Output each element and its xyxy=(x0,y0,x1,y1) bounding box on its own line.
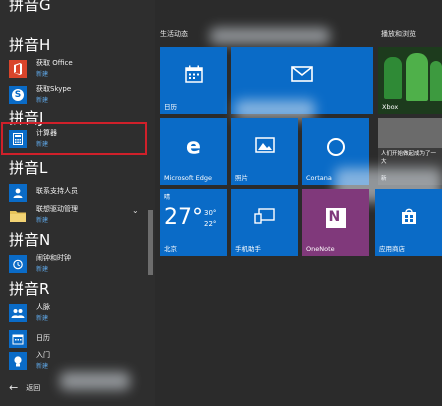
photo-icon xyxy=(254,137,275,157)
app-new-badge: 新建 xyxy=(36,97,49,104)
tile-label: Xbox xyxy=(382,103,399,111)
alarm-clock-icon xyxy=(9,255,27,273)
tile-label: 北京 xyxy=(164,245,177,253)
tile-label: Microsoft Edge xyxy=(164,174,213,182)
lightbulb-icon xyxy=(9,352,27,370)
app-item-get-skype[interactable]: S 获取Skype 新建 xyxy=(0,82,150,110)
tile-phone-companion[interactable]: 手机助手 xyxy=(231,189,298,256)
letter-header-g[interactable]: 拼音G xyxy=(9,0,51,15)
cortana-icon xyxy=(326,138,345,157)
blurred-region xyxy=(210,28,330,44)
letter-header-l[interactable]: 拼音L xyxy=(9,157,47,178)
skype-icon: S xyxy=(9,86,27,104)
tile-weather[interactable]: 晴 27° 30° 22° 北京 xyxy=(160,189,227,256)
weather-temperature: 27° xyxy=(164,205,203,230)
xbox-avatar-image xyxy=(384,57,402,99)
app-item-get-office[interactable]: 获取 Office 新建 xyxy=(0,56,150,84)
news-headline: 人们开始做起成为了一大 xyxy=(381,151,437,165)
mail-icon xyxy=(291,66,313,86)
weather-low: 22° xyxy=(204,220,217,228)
weather-high: 30° xyxy=(204,209,217,217)
xbox-avatar-image xyxy=(406,53,428,101)
tile-label: 应用商店 xyxy=(379,245,405,253)
back-button[interactable]: ← 返回 xyxy=(9,381,40,394)
app-name: 获取Skype xyxy=(36,85,72,93)
group-title-life: 生活动态 xyxy=(160,30,188,38)
app-new-badge: 新建 xyxy=(36,266,49,273)
tiles-area: 生活动态 播放和浏览 日历 Xbox e Microsoft Edge 照片 C… xyxy=(155,0,442,406)
app-item-alarms-clock[interactable]: 闹钟和时钟 新建 xyxy=(0,251,150,279)
app-new-badge: 新建 xyxy=(36,315,49,322)
blurred-region xyxy=(235,100,315,120)
phone-laptop-icon xyxy=(253,208,276,228)
app-new-badge: 新建 xyxy=(36,71,49,78)
app-name: 联系支持人员 xyxy=(36,187,78,195)
app-name: 日历 xyxy=(36,334,50,342)
office-icon xyxy=(9,60,27,78)
back-arrow-icon: ← xyxy=(9,381,19,394)
app-name: 联想驱动管理 xyxy=(36,205,78,213)
app-new-badge: 新建 xyxy=(36,363,49,370)
calendar-icon xyxy=(184,64,204,88)
app-name: 入门 xyxy=(36,351,50,359)
app-item-lenovo-driver[interactable]: 联想驱动管理 新建 ⌄ xyxy=(0,202,150,230)
chevron-down-icon[interactable]: ⌄ xyxy=(132,206,139,215)
folder-icon xyxy=(9,206,27,224)
letter-header-n[interactable]: 拼音N xyxy=(9,229,50,250)
tile-label: 手机助手 xyxy=(235,245,261,253)
people-icon xyxy=(9,304,27,322)
app-name: 获取 Office xyxy=(36,59,73,67)
blurred-region xyxy=(60,372,130,390)
app-new-badge: 新建 xyxy=(36,217,49,224)
group-title-play: 播放和浏览 xyxy=(381,30,416,38)
tile-label: 照片 xyxy=(235,174,248,182)
calendar-icon xyxy=(9,330,27,348)
letter-header-h[interactable]: 拼音H xyxy=(9,34,50,55)
store-bag-icon xyxy=(400,207,418,229)
weather-condition: 晴 xyxy=(164,194,171,201)
tile-store[interactable]: 应用商店 xyxy=(375,189,442,256)
onenote-icon: N xyxy=(325,208,346,229)
tile-photos[interactable]: 照片 xyxy=(231,118,298,185)
scrollbar-thumb[interactable] xyxy=(148,210,153,275)
xbox-avatar-image xyxy=(430,61,442,101)
tile-edge[interactable]: e Microsoft Edge xyxy=(160,118,227,185)
start-menu: 拼音G 拼音H 获取 Office 新建 S 获取Skype 新建 拼音J 计算… xyxy=(0,0,442,406)
tile-calendar[interactable]: 日历 xyxy=(160,47,227,114)
news-image xyxy=(378,118,442,148)
selection-highlight xyxy=(1,122,147,155)
app-name: 人脉 xyxy=(36,303,50,311)
app-item-people[interactable]: 人脉 新建 xyxy=(0,300,150,328)
person-support-icon xyxy=(9,184,27,202)
app-list: 拼音G 拼音H 获取 Office 新建 S 获取Skype 新建 拼音J 计算… xyxy=(0,0,155,406)
edge-icon: e xyxy=(186,134,201,160)
tile-label: Cortana xyxy=(306,174,332,182)
tile-label: OneNote xyxy=(306,245,335,253)
tile-onenote[interactable]: N OneNote xyxy=(302,189,369,256)
tile-label: 日历 xyxy=(164,103,177,111)
letter-header-r[interactable]: 拼音R xyxy=(9,278,49,299)
tile-xbox[interactable]: Xbox xyxy=(378,47,442,114)
back-label: 返回 xyxy=(26,384,41,392)
app-name: 闹钟和时钟 xyxy=(36,254,71,262)
